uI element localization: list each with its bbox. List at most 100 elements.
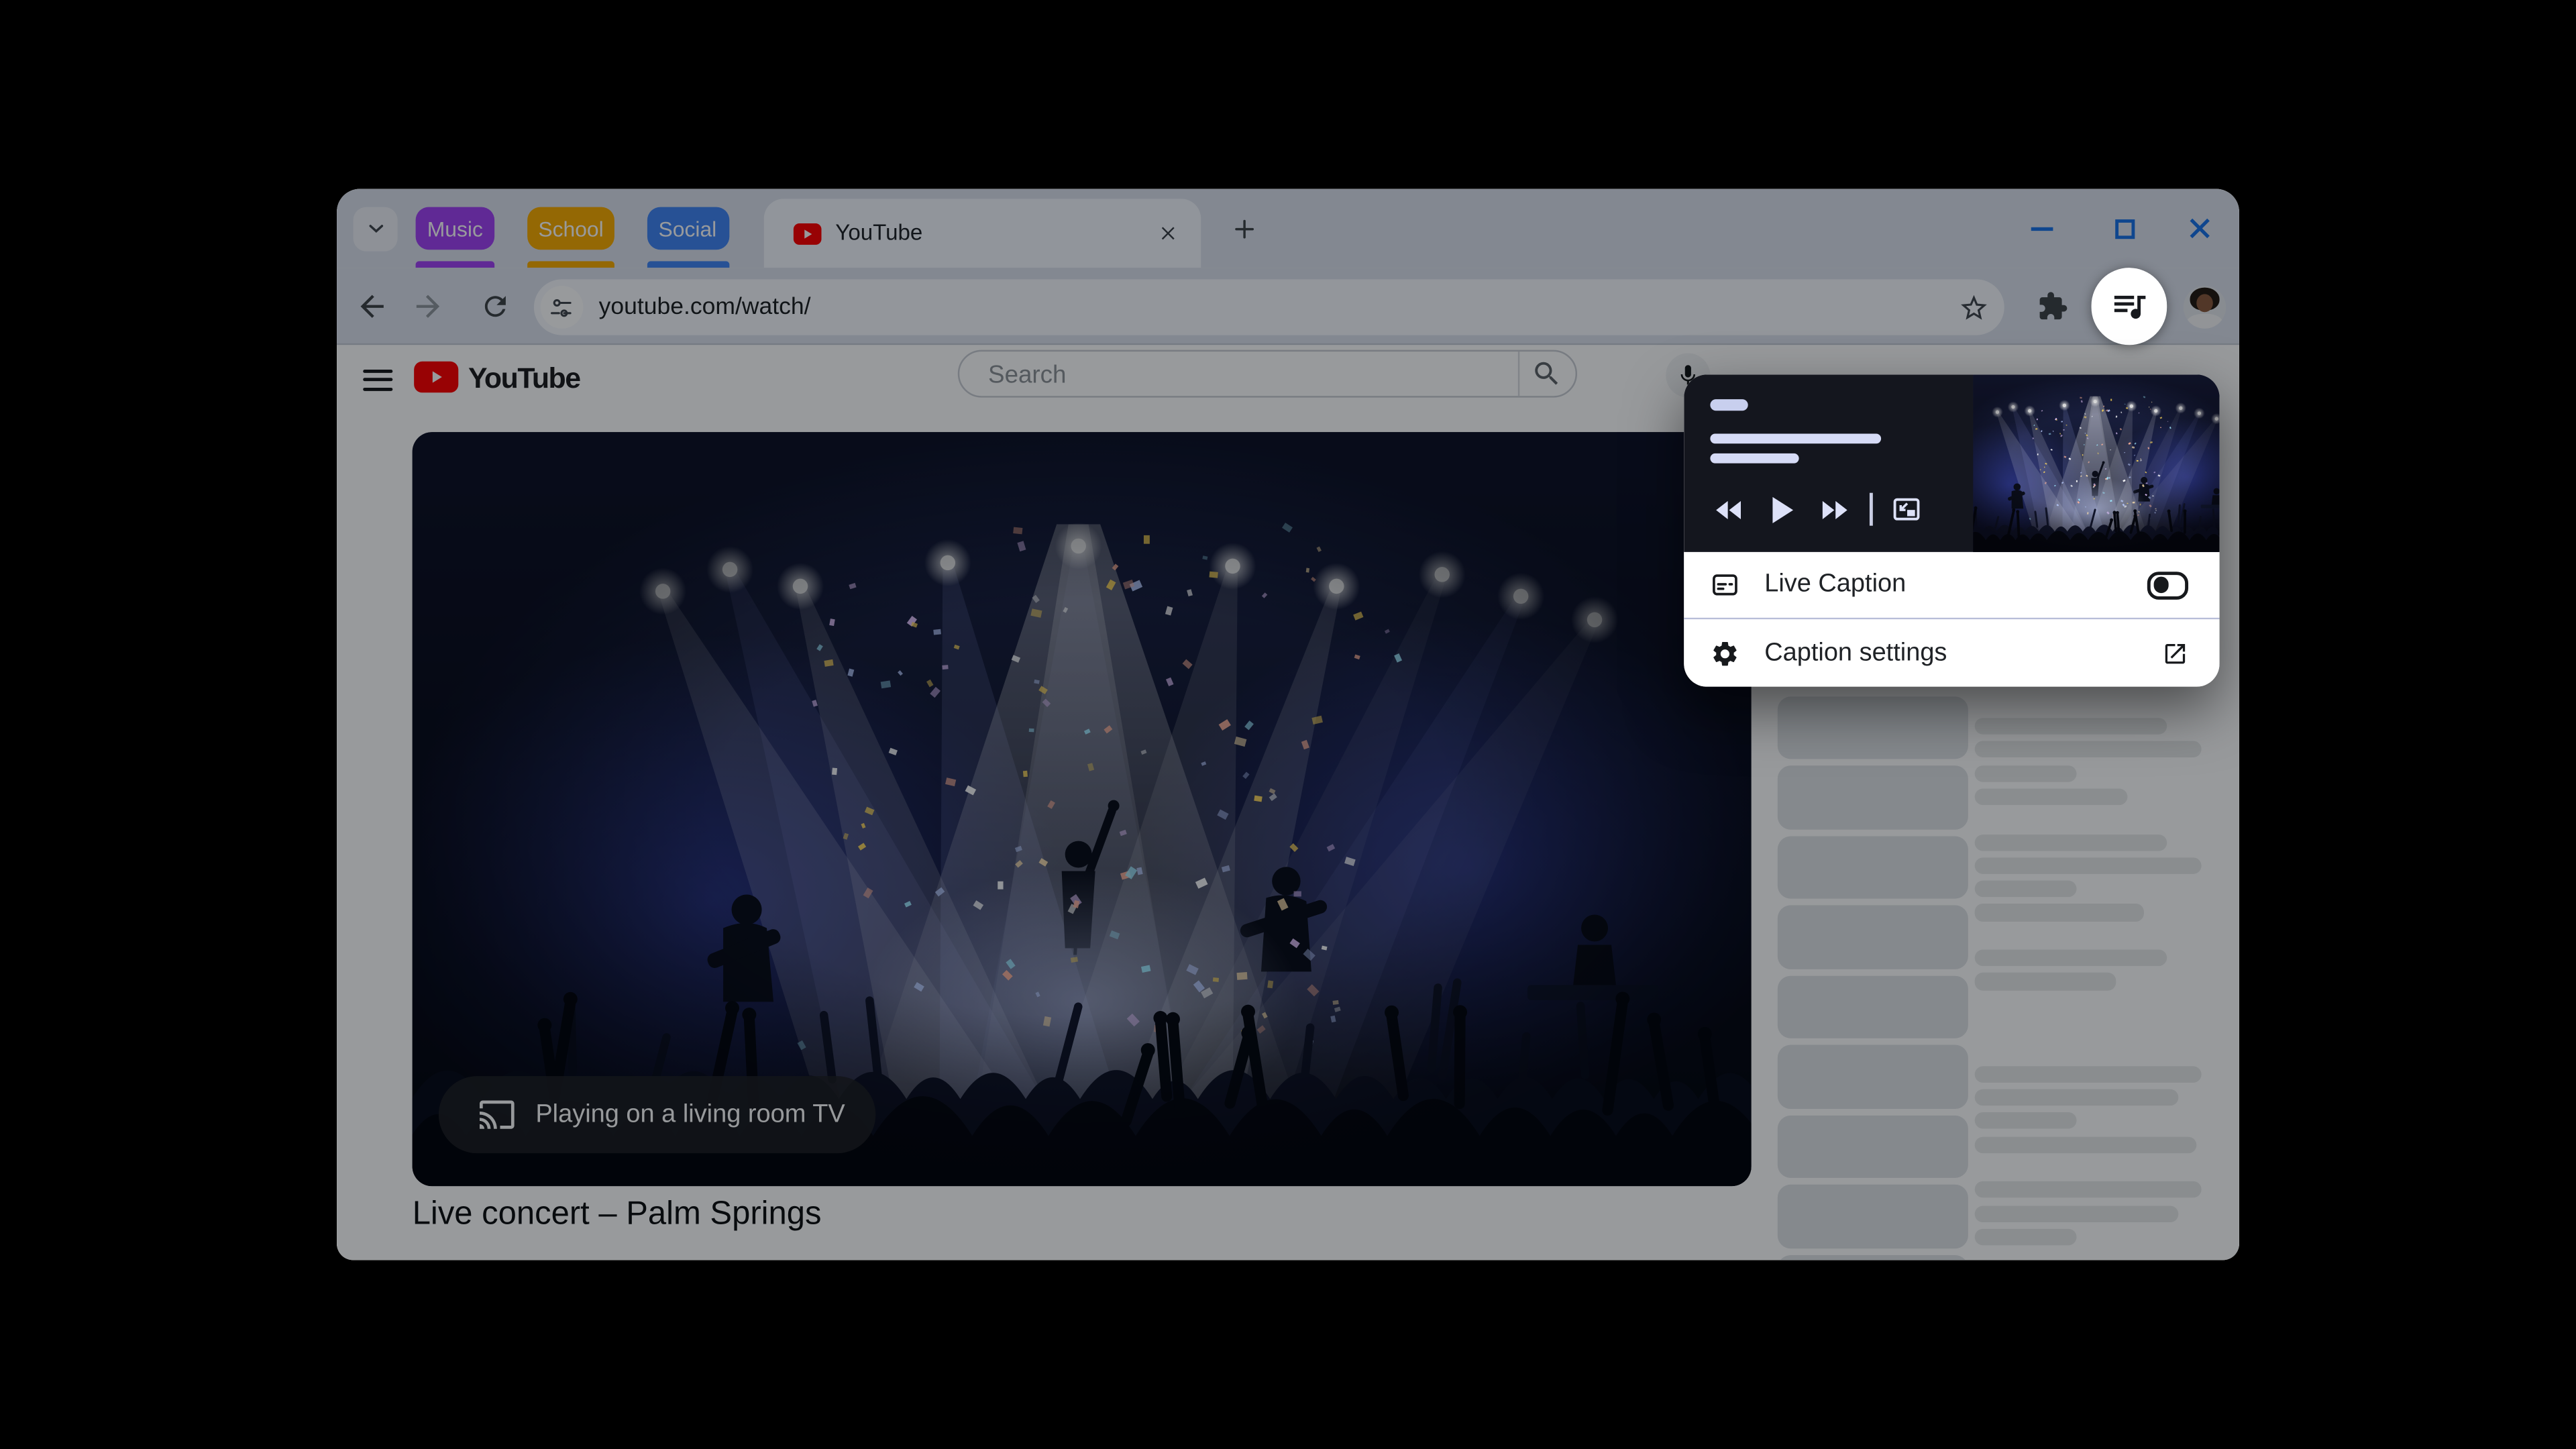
cast-status-banner: Playing on a living room TV (438, 1076, 876, 1154)
window-close-icon (2185, 213, 2214, 243)
related-video-thumbnail-skeleton (1776, 1045, 1969, 1109)
youtube-search-box[interactable] (957, 350, 1576, 400)
related-video-text-skeleton (1974, 949, 2166, 967)
related-video-thumbnail-skeleton (1776, 696, 1969, 760)
related-video-text-skeleton (1974, 833, 2166, 851)
media-text-skeleton (1710, 433, 1882, 444)
caption-settings-row[interactable]: Caption settings (1684, 619, 2220, 687)
related-video-text-skeleton (1974, 1228, 2076, 1246)
related-video-text-skeleton (1974, 1205, 2178, 1222)
related-video-text-skeleton (1974, 788, 2127, 805)
window-close-button[interactable] (2180, 189, 2220, 268)
back-button[interactable] (354, 268, 390, 345)
tab-group-stripe (415, 261, 495, 268)
tab-group-music[interactable]: Music (415, 207, 495, 250)
related-video-thumbnail-skeleton (1776, 975, 1969, 1039)
new-tab-button[interactable] (1221, 205, 1267, 252)
back-icon (354, 289, 388, 323)
related-video-text-skeleton (1974, 1089, 2178, 1106)
forward-button[interactable] (409, 268, 445, 345)
tab-title: YouTube (835, 220, 923, 245)
url-text: youtube.com/watch/ (598, 294, 811, 321)
gear-icon (1710, 638, 1739, 667)
extensions-button[interactable] (2034, 268, 2070, 345)
tab-group-social[interactable]: Social (646, 207, 729, 250)
reload-icon (479, 290, 511, 322)
hamburger-menu-icon (363, 368, 393, 390)
live-caption-toggle[interactable] (2147, 571, 2189, 599)
cast-icon (478, 1095, 516, 1133)
media-controls-button[interactable] (2090, 268, 2167, 345)
search-input[interactable] (985, 352, 1485, 400)
tab-group-school[interactable]: School (527, 207, 614, 250)
site-settings-icon (549, 295, 574, 320)
tab-group-label: School (538, 216, 604, 241)
play-button[interactable] (1771, 495, 1794, 523)
extensions-icon (2037, 290, 2068, 322)
related-video-text-skeleton (1974, 857, 2201, 874)
media-title-skeleton (1710, 399, 1748, 411)
related-video-text-skeleton (1974, 1181, 2201, 1199)
live-caption-icon (1710, 570, 1739, 600)
youtube-favicon (792, 222, 821, 244)
tab-youtube[interactable]: YouTube (763, 199, 1200, 268)
video-title: Live concert – Palm Springs (412, 1195, 822, 1232)
youtube-logo-text[interactable]: YouTube (468, 345, 581, 411)
avatar[interactable] (2182, 284, 2226, 328)
related-video-text-skeleton (1974, 741, 2201, 758)
media-session-card (1684, 374, 2220, 552)
plus-icon (1230, 215, 1258, 243)
related-video-text-skeleton (1974, 1112, 2076, 1130)
live-caption-row[interactable]: Live Caption (1684, 551, 2220, 620)
site-settings-button[interactable] (539, 286, 583, 329)
tab-search-button[interactable] (353, 206, 398, 251)
tab-group-label: Music (427, 216, 483, 241)
related-video-thumbnail-skeleton (1776, 1254, 1969, 1260)
related-video-text-skeleton (1974, 880, 2076, 898)
tab-strip: Music School Social YouTube (337, 189, 2239, 268)
tab-group-stripe (646, 261, 729, 268)
video-player[interactable]: Playing on a living room TV (412, 432, 1752, 1187)
media-text-skeleton (1710, 452, 1799, 464)
related-video-thumbnail-skeleton (1776, 1115, 1969, 1179)
related-video-text-skeleton (1974, 717, 2166, 735)
tab-group-label: Social (658, 216, 717, 241)
maximize-button[interactable] (2104, 189, 2144, 268)
related-video-thumbnail-skeleton (1776, 906, 1969, 969)
minimize-button[interactable] (2023, 189, 2062, 268)
browser-window: Music School Social YouTube youtube.com/… (337, 189, 2239, 1260)
related-video-thumbnail-skeleton (1776, 1185, 1969, 1248)
caption-settings-label: Caption settings (1764, 638, 1947, 667)
address-bar[interactable]: youtube.com/watch/ (533, 279, 2004, 335)
reload-button[interactable] (476, 268, 513, 345)
controls-divider (1869, 492, 1872, 526)
youtube-logo-icon[interactable] (414, 361, 459, 393)
related-video-text-skeleton (1974, 904, 2143, 921)
forward-icon (410, 289, 444, 323)
bookmark-star-icon (1957, 292, 1989, 323)
related-video-thumbnail-skeleton (1776, 765, 1969, 830)
next-track-button[interactable] (1819, 497, 1850, 522)
close-icon (1157, 223, 1177, 243)
search-icon (1531, 358, 1562, 390)
related-video-text-skeleton (1974, 765, 2076, 782)
live-caption-label: Live Caption (1764, 570, 1907, 598)
bookmark-button[interactable] (1957, 279, 1989, 335)
desktop-background: Music School Social YouTube youtube.com/… (0, 0, 2576, 1449)
related-video-text-skeleton (1974, 1136, 2196, 1153)
minimize-icon (2026, 212, 2059, 245)
previous-track-button[interactable] (1713, 497, 1745, 522)
browser-toolbar: youtube.com/watch/ (337, 268, 2239, 345)
album-art (1974, 374, 2220, 552)
related-video-text-skeleton (1974, 1065, 2201, 1083)
open-in-new-icon (2162, 640, 2188, 666)
related-video-text-skeleton (1974, 973, 2116, 990)
tab-close-button[interactable] (1154, 220, 1180, 246)
chevron-down-icon (364, 217, 386, 239)
global-media-controls-popup: Live Caption Caption settings (1684, 374, 2220, 687)
search-button[interactable] (1517, 352, 1575, 396)
youtube-menu-button[interactable] (363, 363, 393, 396)
tab-group-stripe (527, 261, 614, 268)
picture-in-picture-button[interactable] (1890, 496, 1922, 523)
maximize-icon (2110, 215, 2139, 243)
